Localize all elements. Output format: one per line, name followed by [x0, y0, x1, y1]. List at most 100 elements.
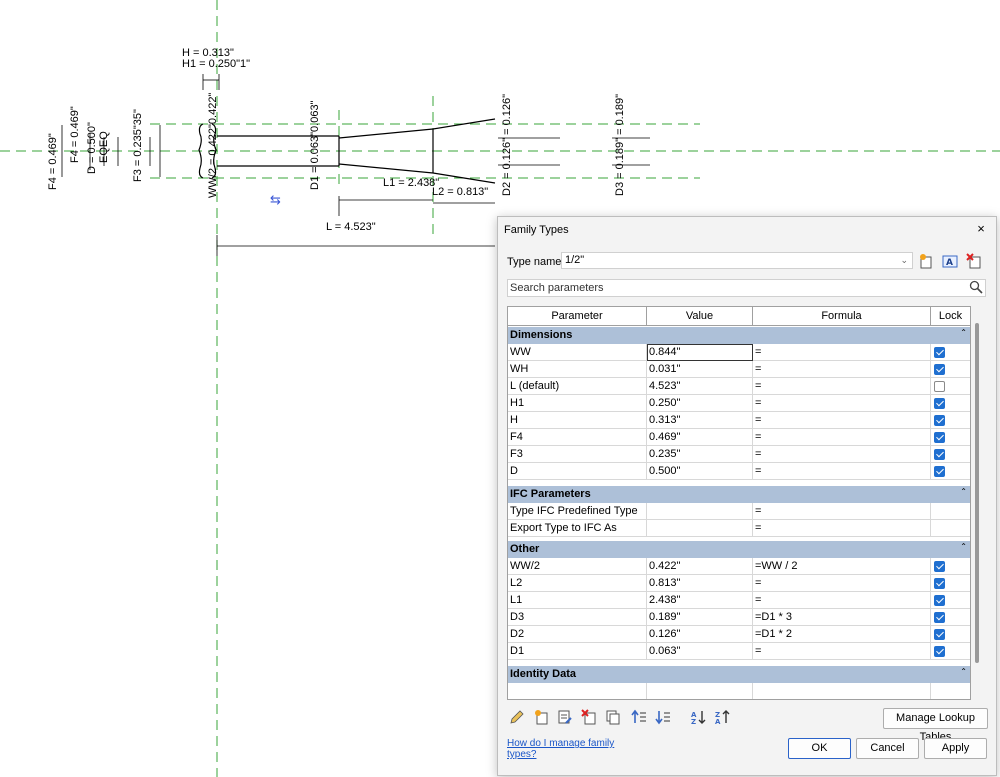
value-cell[interactable]: 0.189" [647, 609, 753, 626]
value-cell[interactable]: 2.438" [647, 592, 753, 609]
lock-checkbox[interactable] [934, 415, 945, 426]
label-l1[interactable]: L1 = 2.438" [383, 177, 439, 189]
value-cell[interactable]: 0.235" [647, 446, 753, 463]
formula-cell[interactable]: = [753, 344, 931, 361]
lock-checkbox[interactable] [934, 612, 945, 623]
collapse-icon[interactable]: ⌃ [960, 324, 967, 341]
label-l2[interactable]: L2 = 0.813" [432, 186, 488, 198]
lock-checkbox[interactable] [934, 578, 945, 589]
formula-cell[interactable]: = [753, 412, 931, 429]
value-cell[interactable] [647, 520, 753, 537]
formula-cell[interactable]: = [753, 575, 931, 592]
formula-cell[interactable]: = [753, 429, 931, 446]
formula-cell[interactable]: = [753, 643, 931, 660]
section-header[interactable]: IFC Parameters ⌃ [508, 486, 970, 503]
value-cell[interactable] [647, 683, 753, 699]
label-eqeq[interactable]: EQEQ [98, 131, 110, 163]
sort-ascending-icon[interactable]: A Z [690, 709, 706, 725]
collapse-icon[interactable]: ⌃ [960, 483, 967, 500]
table-row[interactable]: H1 0.250" = [508, 395, 970, 412]
lock-checkbox[interactable] [934, 364, 945, 375]
value-cell[interactable]: 0.500" [647, 463, 753, 480]
edit-parameter-icon[interactable] [509, 709, 525, 725]
table-row[interactable]: L1 2.438" = [508, 592, 970, 609]
table-row[interactable]: H 0.313" = [508, 412, 970, 429]
column-header-value[interactable]: Value [647, 307, 753, 326]
formula-cell[interactable]: =WW / 2 [753, 558, 931, 575]
close-icon[interactable]: × [972, 220, 990, 238]
value-cell[interactable]: 0.422" [647, 558, 753, 575]
label-d1[interactable]: D1 = 0.063"0.063" [309, 100, 321, 190]
type-name-select[interactable]: 1/2" ⌄ [561, 252, 913, 269]
value-cell[interactable] [647, 503, 753, 520]
new-parameter-icon[interactable] [533, 709, 549, 725]
scrollbar-thumb[interactable] [975, 323, 979, 663]
lock-checkbox[interactable] [934, 432, 945, 443]
value-cell[interactable]: 4.523" [647, 378, 753, 395]
formula-cell[interactable]: = [753, 395, 931, 412]
formula-cell[interactable]: = [753, 592, 931, 609]
formula-cell[interactable]: = [753, 446, 931, 463]
table-row[interactable] [508, 683, 970, 699]
formula-cell[interactable]: = [753, 463, 931, 480]
flip-control-icon[interactable]: ⇆ [270, 193, 281, 208]
section-header[interactable]: Identity Data ⌃ [508, 666, 970, 683]
ok-button[interactable]: OK [788, 738, 851, 759]
formula-cell[interactable]: =D1 * 2 [753, 626, 931, 643]
section-header[interactable]: Other ⌃ [508, 541, 970, 558]
column-header-formula[interactable]: Formula [753, 307, 931, 326]
delete-type-icon[interactable] [966, 253, 982, 269]
label-ww2[interactable]: WW/2 = 0.422"0.422" [207, 93, 219, 198]
lock-checkbox[interactable] [934, 466, 945, 477]
rename-type-icon[interactable]: A [942, 253, 958, 269]
lock-checkbox[interactable] [934, 595, 945, 606]
formula-cell[interactable] [753, 683, 931, 699]
move-up-icon[interactable] [631, 709, 647, 725]
value-cell[interactable]: 0.813" [647, 575, 753, 592]
formula-cell[interactable]: =D1 * 3 [753, 609, 931, 626]
help-link[interactable]: How do I manage family types? [507, 738, 637, 760]
lock-checkbox[interactable] [934, 629, 945, 640]
formula-cell[interactable]: = [753, 361, 931, 378]
lock-checkbox[interactable] [934, 347, 945, 358]
copy-parameter-icon[interactable] [605, 709, 621, 725]
table-row[interactable]: D2 0.126" =D1 * 2 [508, 626, 970, 643]
lock-checkbox[interactable] [934, 449, 945, 460]
label-d[interactable]: D = 0.500" [86, 122, 98, 174]
cancel-button[interactable]: Cancel [856, 738, 919, 759]
delete-parameter-icon[interactable] [581, 709, 597, 725]
label-f4-left[interactable]: F4 = 0.469" [47, 133, 59, 190]
value-cell[interactable]: 0.126" [647, 626, 753, 643]
label-f4[interactable]: F4 = 0.469" [69, 106, 81, 163]
table-row[interactable]: WH 0.031" = [508, 361, 970, 378]
search-parameters-input[interactable]: Search parameters [507, 279, 986, 297]
label-l[interactable]: L = 4.523" [326, 221, 376, 233]
value-cell[interactable]: 0.844" [647, 344, 753, 361]
section-header[interactable]: Dimensions ⌃ [508, 327, 970, 344]
table-row[interactable]: D 0.500" = [508, 463, 970, 480]
table-row[interactable]: D1 0.063" = [508, 643, 970, 660]
formula-cell[interactable]: = [753, 503, 931, 520]
collapse-icon[interactable]: ⌃ [960, 538, 967, 555]
edit-properties-icon[interactable] [557, 709, 573, 725]
table-row[interactable]: L2 0.813" = [508, 575, 970, 592]
value-cell[interactable]: 0.313" [647, 412, 753, 429]
collapse-icon[interactable]: ⌃ [960, 663, 967, 680]
formula-cell[interactable]: = [753, 520, 931, 537]
table-row[interactable]: F4 0.469" = [508, 429, 970, 446]
sort-descending-icon[interactable]: Z A [714, 709, 730, 725]
label-h1[interactable]: H1 = 0.250"1" [182, 58, 250, 70]
value-cell[interactable]: 0.063" [647, 643, 753, 660]
table-row[interactable]: D3 0.189" =D1 * 3 [508, 609, 970, 626]
label-f3[interactable]: F3 = 0.235"35" [132, 109, 144, 182]
label-d2[interactable]: D2 = 0.126" = 0.126" [501, 94, 513, 196]
lock-checkbox[interactable] [934, 398, 945, 409]
manage-lookup-tables-button[interactable]: Manage Lookup Tables [883, 708, 988, 743]
table-row[interactable]: Export Type to IFC As = [508, 520, 970, 537]
formula-cell[interactable]: = [753, 378, 931, 395]
lock-checkbox[interactable] [934, 381, 945, 392]
value-cell[interactable]: 0.031" [647, 361, 753, 378]
table-row[interactable]: L (default) 4.523" = [508, 378, 970, 395]
table-row[interactable]: F3 0.235" = [508, 446, 970, 463]
lock-checkbox[interactable] [934, 561, 945, 572]
